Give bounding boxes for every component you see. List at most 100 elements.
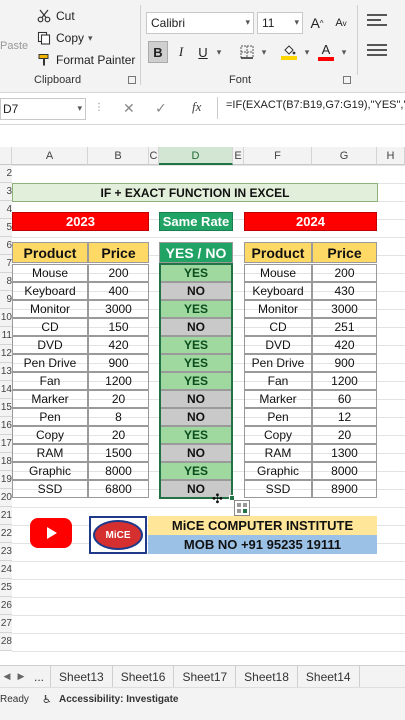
copy-button[interactable]: Copy ▾ [36,30,93,46]
right-product-cell[interactable]: SSD [244,480,312,498]
left-price-cell[interactable]: 150 [88,318,149,336]
fill-color-icon[interactable] [279,41,299,63]
right-price-cell[interactable]: 20 [312,426,377,444]
borders-icon[interactable] [236,41,258,63]
result-cell[interactable]: YES [159,372,233,390]
left-price-cell[interactable]: 6800 [88,480,149,498]
row-header[interactable]: 24 [0,561,12,579]
left-price-cell[interactable]: 20 [88,390,149,408]
row-header[interactable]: 19 [0,471,12,489]
youtube-icon[interactable] [30,518,72,548]
right-product-cell[interactable]: Keyboard [244,282,312,300]
left-product-cell[interactable]: Pen [12,408,88,426]
row-header[interactable]: 18 [0,453,12,471]
left-product-cell[interactable]: Marker [12,390,88,408]
left-product-cell[interactable]: Monitor [12,300,88,318]
bold-button[interactable]: B [148,41,168,63]
accessibility-icon[interactable]: ♿ [42,693,52,706]
result-cell[interactable]: NO [159,408,233,426]
underline-button[interactable]: U [194,41,212,63]
left-product-cell[interactable]: Fan [12,372,88,390]
enter-icon[interactable]: ✓ [155,100,167,117]
institute-name[interactable]: MiCE COMPUTER INSTITUTE [148,516,377,535]
right-price-cell[interactable]: 1200 [312,372,377,390]
left-product-cell[interactable]: Pen Drive [12,354,88,372]
chevron-down-icon[interactable]: ▾ [259,41,269,63]
left-price-cell[interactable]: 200 [88,264,149,282]
row-header[interactable]: 13 [0,363,12,381]
row-header[interactable]: 25 [0,579,12,597]
column-header-c[interactable]: C [149,147,159,165]
left-price-cell[interactable]: 1200 [88,372,149,390]
chevron-down-icon[interactable]: ▾ [77,103,82,114]
result-cell[interactable]: NO [159,318,233,336]
align-icon[interactable] [367,14,387,28]
row-header[interactable]: 4 [0,201,12,219]
left-price-cell[interactable]: 8000 [88,462,149,480]
column-header-b[interactable]: B [88,147,149,165]
right-product-cell[interactable]: Marker [244,390,312,408]
left-price-cell[interactable]: 420 [88,336,149,354]
right-product-cell[interactable]: Graphic [244,462,312,480]
sheet-title[interactable]: IF + EXACT FUNCTION IN EXCEL [12,183,378,202]
row-header[interactable]: 3 [0,183,12,201]
left-product-cell[interactable]: Copy [12,426,88,444]
right-price-cell[interactable]: 200 [312,264,377,282]
left-product-cell[interactable]: SSD [12,480,88,498]
tab-sheet14[interactable]: Sheet14 [298,665,360,688]
left-product-cell[interactable]: Graphic [12,462,88,480]
right-product-cell[interactable]: RAM [244,444,312,462]
row-header[interactable]: 14 [0,381,12,399]
left-price-cell[interactable]: 20 [88,426,149,444]
left-price-cell[interactable]: 8 [88,408,149,426]
select-all-corner[interactable] [0,147,12,165]
tab-sheet18[interactable]: Sheet18 [236,665,298,688]
right-product-cell[interactable]: Monitor [244,300,312,318]
row-header[interactable]: 11 [0,327,12,345]
right-price-cell[interactable]: 8900 [312,480,377,498]
result-header[interactable]: YES / NO [159,242,233,263]
left-price-cell[interactable]: 900 [88,354,149,372]
result-cell[interactable]: YES [159,264,233,282]
result-cell[interactable]: YES [159,462,233,480]
column-header-h[interactable]: H [377,147,405,165]
tab-sheet16[interactable]: Sheet16 [113,665,175,688]
right-product-cell[interactable]: Pen [244,408,312,426]
row-header[interactable]: 23 [0,543,12,561]
result-cell[interactable]: YES [159,354,233,372]
left-price-cell[interactable]: 400 [88,282,149,300]
result-cell[interactable]: YES [159,426,233,444]
tab-sheet17[interactable]: Sheet17 [174,665,237,688]
institute-mobile[interactable]: MOB NO +91 95235 19111 [148,535,377,554]
format-painter-button[interactable]: Format Painter [36,52,135,68]
tab-sheet13[interactable]: Sheet13 [51,665,113,688]
row-header[interactable]: 16 [0,417,12,435]
tab-ellipsis[interactable]: ... [28,665,52,688]
shrink-font-button[interactable]: Av [333,12,349,34]
column-header-g[interactable]: G [312,147,377,165]
cancel-icon[interactable]: ✕ [123,100,135,117]
label-2024[interactable]: 2024 [244,212,377,231]
align-icon[interactable] [367,44,387,58]
right-price-cell[interactable]: 1300 [312,444,377,462]
column-header-d[interactable]: D [159,147,233,165]
right-product-cell[interactable]: DVD [244,336,312,354]
result-cell[interactable]: NO [159,390,233,408]
right-product-cell[interactable]: CD [244,318,312,336]
left-product-header[interactable]: Product [12,242,88,263]
right-price-cell[interactable]: 900 [312,354,377,372]
label-same-rate[interactable]: Same Rate [159,212,233,231]
tab-scroll-left-icon[interactable]: ◀ [0,671,14,682]
row-header[interactable]: 10 [0,309,12,327]
result-cell[interactable]: NO [159,282,233,300]
quick-analysis-icon[interactable] [234,500,250,516]
clipboard-launcher-icon[interactable] [128,76,136,84]
accessibility-status[interactable]: Accessibility: Investigate [59,694,179,705]
chevron-down-icon[interactable]: ▾ [214,41,224,63]
drag-handle-icon[interactable]: ⋮ [94,102,104,113]
left-product-cell[interactable]: Mouse [12,264,88,282]
right-price-cell[interactable]: 60 [312,390,377,408]
right-product-cell[interactable]: Mouse [244,264,312,282]
row-header[interactable]: 17 [0,435,12,453]
row-header[interactable]: 7 [0,255,12,273]
